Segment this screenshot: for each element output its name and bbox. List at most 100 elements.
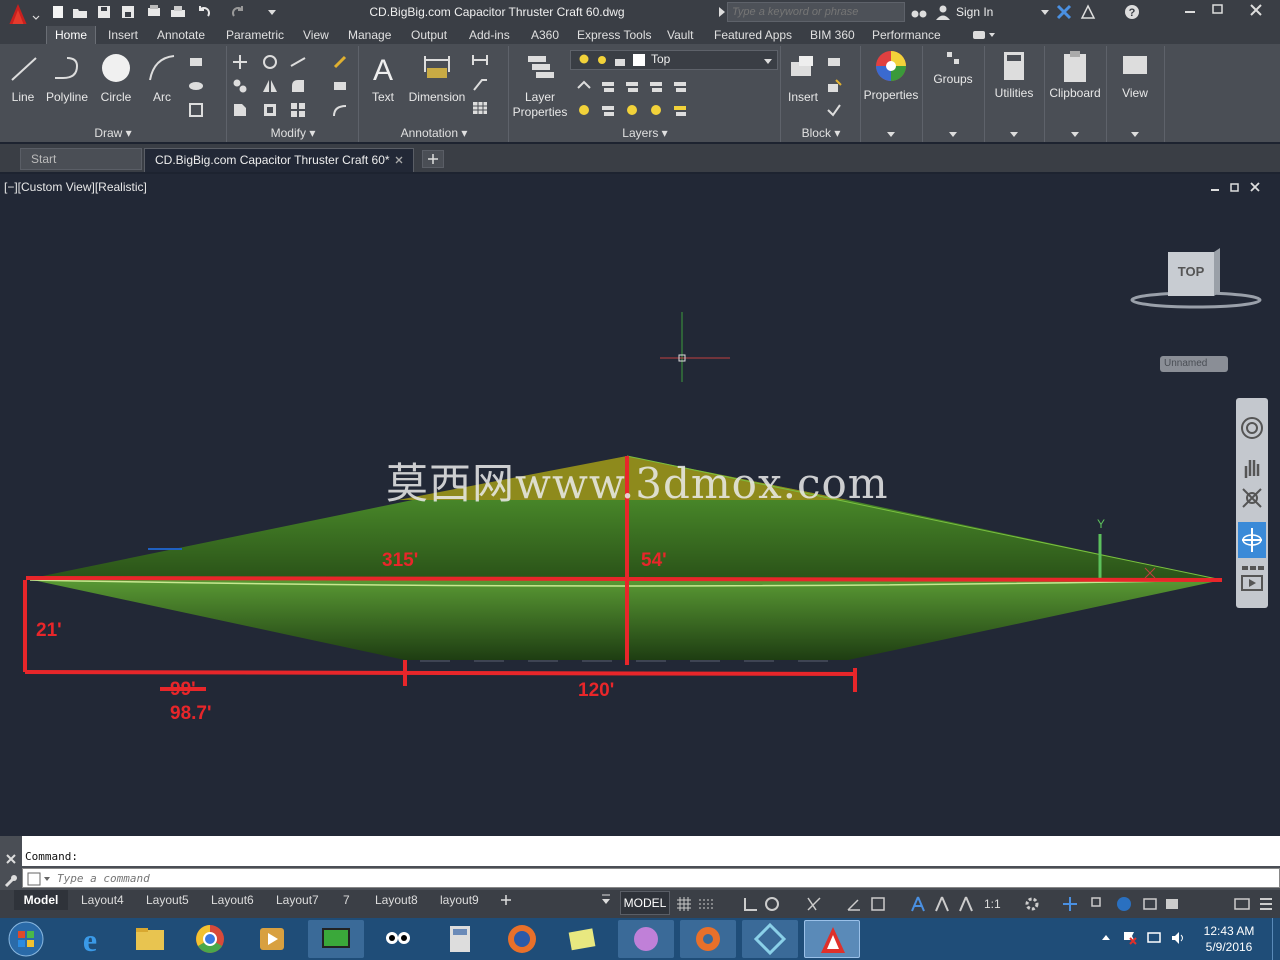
move-icon[interactable]	[232, 54, 248, 70]
open-icon[interactable]	[72, 4, 88, 20]
annotation-scale-value[interactable]: 1:1	[984, 895, 1001, 913]
trim-icon[interactable]	[290, 54, 306, 70]
layer-tool-5-icon[interactable]	[672, 78, 688, 94]
snap-icon[interactable]	[698, 896, 714, 912]
taskbar-autocad[interactable]	[804, 920, 860, 958]
view-button[interactable]: View	[1108, 48, 1162, 140]
tab-manage[interactable]: Manage	[348, 26, 391, 44]
viewcube-face-label[interactable]: TOP	[1168, 264, 1214, 279]
tab-home[interactable]: Home	[46, 26, 97, 44]
ortho-icon[interactable]	[742, 896, 758, 912]
tab-layout6[interactable]: Layout6	[211, 891, 254, 909]
taskbar-monitor-app[interactable]	[308, 920, 364, 958]
taskbar-calculator[interactable]	[432, 920, 488, 958]
annotation-autoscale-icon[interactable]	[934, 896, 950, 912]
exchange-icon[interactable]	[1056, 4, 1072, 20]
tab-layout4[interactable]: Layout4	[81, 891, 124, 909]
layer-dropdown[interactable]: Top	[570, 50, 778, 70]
layer-tool-4-icon[interactable]	[648, 78, 664, 94]
insert-button[interactable]: Insert	[784, 48, 822, 114]
tab-7[interactable]: 7	[343, 891, 350, 909]
array-icon[interactable]	[290, 102, 306, 118]
layer-tool-8-icon[interactable]	[624, 102, 640, 118]
viewcube[interactable]: TOP	[1130, 244, 1262, 312]
tab-model[interactable]: Model	[14, 890, 68, 910]
tab-express-tools[interactable]: Express Tools	[577, 26, 651, 44]
customize-dropdown-icon[interactable]	[264, 4, 280, 20]
tab-parametric[interactable]: Parametric	[226, 26, 284, 44]
network-icon[interactable]	[1146, 930, 1162, 946]
showmotion-icon[interactable]	[1240, 564, 1264, 594]
fullscreen-icon[interactable]	[1234, 896, 1250, 912]
layer-tool-7-icon[interactable]	[600, 102, 616, 118]
save-as-icon[interactable]	[120, 4, 136, 20]
tab-layout5[interactable]: Layout5	[146, 891, 189, 909]
workspace-gear-icon[interactable]	[1024, 896, 1040, 912]
sign-in-link[interactable]: Sign In	[956, 5, 993, 19]
panel-annotation[interactable]: Annotation ▾	[360, 125, 508, 141]
add-layout-button[interactable]	[500, 894, 512, 906]
command-input-box[interactable]	[22, 868, 1280, 888]
tab-a360[interactable]: A360	[531, 26, 559, 44]
model-space-button[interactable]: MODEL	[620, 891, 670, 915]
scale-icon[interactable]	[262, 102, 278, 118]
taskbar-media-player[interactable]	[244, 920, 300, 958]
a360-icon[interactable]	[1080, 4, 1096, 20]
table-icon[interactable]	[472, 100, 488, 116]
annotation-monitor-icon[interactable]	[1062, 896, 1078, 912]
linear-icon[interactable]	[472, 52, 488, 68]
new-icon[interactable]	[50, 4, 66, 20]
polar-icon[interactable]	[764, 896, 780, 912]
rotate-icon[interactable]	[262, 54, 278, 70]
grid-icon[interactable]	[676, 896, 692, 912]
text-button[interactable]: A Text	[364, 48, 402, 114]
layout-menu-icon[interactable]	[600, 894, 612, 906]
taskbar-mascot-app[interactable]	[370, 920, 426, 958]
tab-bim360[interactable]: BIM 360	[810, 26, 855, 44]
rectangle-icon[interactable]	[188, 54, 204, 70]
panel-modify[interactable]: Modify ▾	[228, 125, 358, 141]
close-icon[interactable]	[395, 156, 403, 164]
layer-tool-1-icon[interactable]	[576, 78, 592, 94]
utilities-button[interactable]: Utilities	[986, 48, 1042, 140]
plot-icon[interactable]	[146, 4, 162, 20]
tab-output[interactable]: Output	[411, 26, 447, 44]
minimize-button[interactable]	[1176, 0, 1204, 20]
tab-view[interactable]: View	[303, 26, 329, 44]
command-close-icon[interactable]	[4, 852, 18, 866]
ribbon-options-icon[interactable]	[972, 28, 996, 42]
customization-menu-icon[interactable]	[1258, 896, 1274, 912]
create-block-icon[interactable]	[826, 54, 842, 70]
wrench-icon[interactable]	[4, 874, 18, 888]
taskbar-firefox[interactable]	[494, 920, 550, 958]
command-prompt-icon[interactable]	[27, 872, 51, 886]
help-icon[interactable]: ?	[1124, 4, 1140, 20]
tab-vault[interactable]: Vault	[667, 26, 693, 44]
fillet-icon[interactable]	[290, 78, 306, 94]
pan-icon[interactable]	[1240, 456, 1264, 480]
steering-wheel-icon[interactable]	[1240, 416, 1264, 440]
offset-icon[interactable]	[332, 102, 348, 118]
copy-icon[interactable]	[232, 78, 248, 94]
layer-tool-2-icon[interactable]	[600, 78, 616, 94]
volume-icon[interactable]	[1170, 930, 1186, 946]
tab-active-drawing[interactable]: CD.BigBig.com Capacitor Thruster Craft 6…	[144, 148, 414, 172]
annotation-scale-icon[interactable]	[958, 896, 974, 912]
explode-icon[interactable]	[332, 78, 348, 94]
new-tab-button[interactable]	[422, 150, 444, 168]
show-hidden-icons[interactable]	[1100, 932, 1112, 944]
sign-in-dropdown-icon[interactable]	[1037, 4, 1053, 20]
action-center-icon[interactable]	[1122, 930, 1138, 946]
osnap-icon[interactable]	[846, 896, 862, 912]
hardware-accel-icon[interactable]	[1142, 896, 1158, 912]
edit-block-icon[interactable]	[826, 78, 842, 94]
command-input[interactable]	[57, 870, 1257, 886]
save-icon[interactable]	[96, 4, 112, 20]
panel-draw[interactable]: Draw ▾	[0, 125, 226, 141]
layer-properties-button[interactable]: Layer Properties	[512, 48, 568, 122]
undo-icon[interactable]	[196, 4, 212, 20]
taskbar-sticky-notes[interactable]	[556, 920, 612, 958]
tab-featured-apps[interactable]: Featured Apps	[714, 26, 792, 44]
circle-button[interactable]: Circle	[96, 48, 136, 108]
leader-icon[interactable]	[472, 76, 488, 92]
